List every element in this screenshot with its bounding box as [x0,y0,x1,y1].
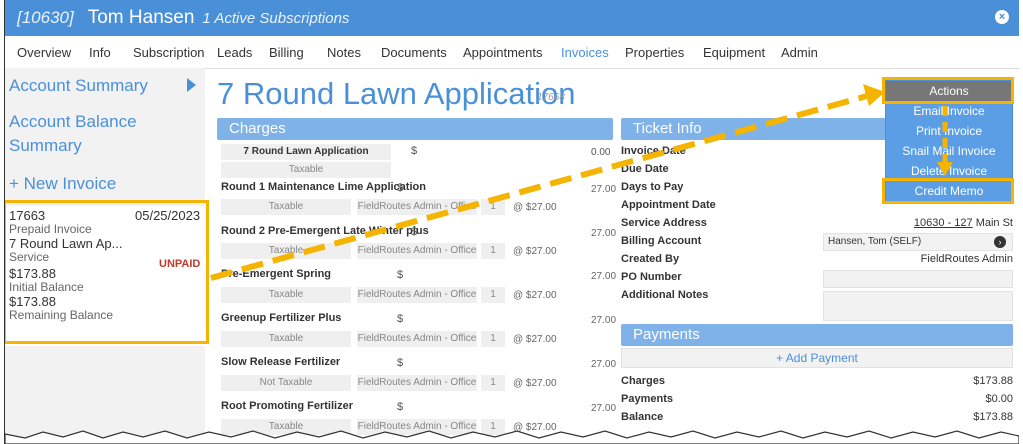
arrow-head-actions [863,84,885,106]
arrow-head-credit-memo [937,162,953,176]
torn-edge [5,430,1019,444]
arrow-to-actions [210,93,868,281]
torn-edge-path [5,430,1019,444]
annotation-arrows [210,84,953,281]
customer-window: [10630] Tom Hansen 1 Active Subscription… [4,0,1019,444]
